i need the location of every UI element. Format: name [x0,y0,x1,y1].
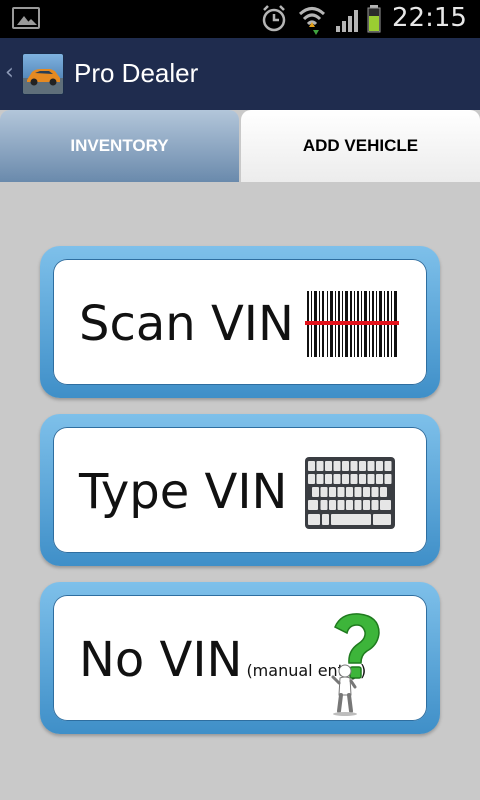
tab-add-vehicle[interactable]: ADD VEHICLE [241,110,480,182]
scan-vin-label: Scan VIN [79,296,294,352]
type-vin-label: Type VIN [79,464,288,520]
app-title: Pro Dealer [74,58,199,88]
scan-vin-card-face[interactable]: Scan VIN [53,259,427,385]
signal-icon [336,10,358,32]
status-bar: 22:15 [0,0,480,38]
tab-inventory[interactable]: INVENTORY [0,110,239,182]
barcode-icon [305,291,399,357]
no-vin-button[interactable]: No VIN (manual entry) [40,582,440,734]
back-chevron-icon[interactable]: ‹ [5,60,14,85]
alarm-icon [262,5,286,32]
battery-icon [367,5,381,33]
scan-vin-button[interactable]: Scan VIN [40,246,440,398]
type-vin-button[interactable]: Type VIN [40,414,440,566]
tab-bar: INVENTORY ADD VEHICLE [0,110,480,182]
keyboard-icon [305,457,395,529]
action-bar: ‹ Pro Dealer [0,38,480,110]
app-logo-icon[interactable] [22,53,64,95]
gallery-icon [12,7,40,29]
no-vin-label: No VIN (manual entry) [79,632,366,688]
clock: 22:15 [392,3,467,33]
no-vin-card-face[interactable]: No VIN (manual entry) [53,595,427,721]
wifi-icon [298,7,326,26]
type-vin-card-face[interactable]: Type VIN [53,427,427,553]
question-person-icon [331,613,380,716]
no-vin-title: No VIN [79,632,243,688]
